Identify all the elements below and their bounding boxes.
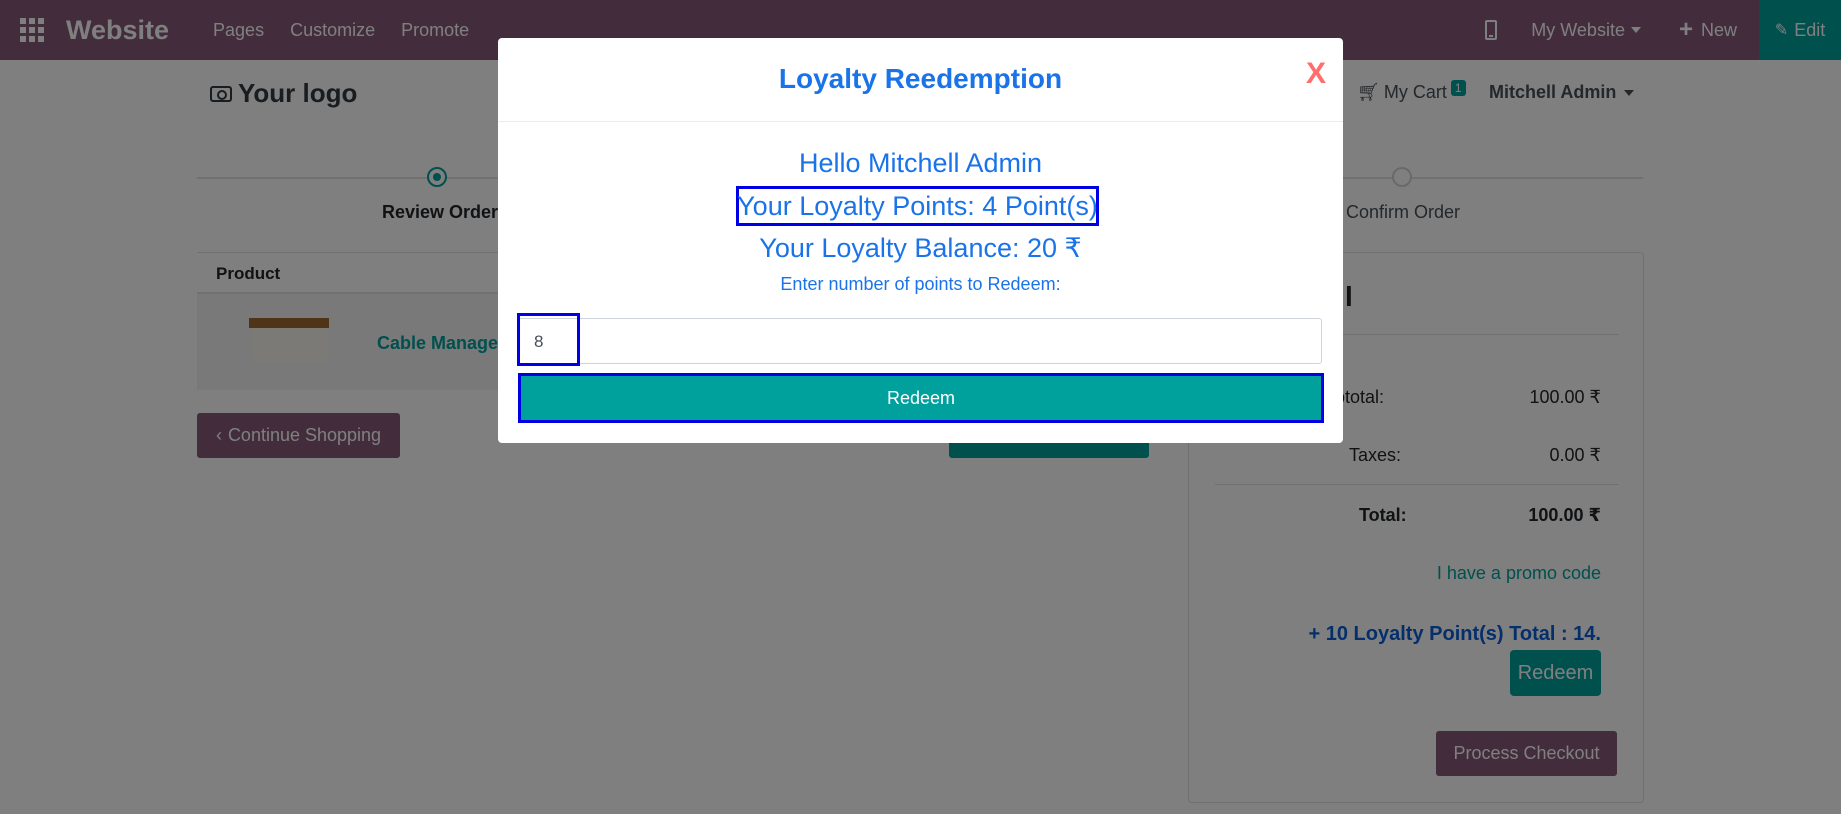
points-input-wrapper [517, 313, 1322, 366]
redeem-button[interactable]: Redeem [518, 373, 1324, 423]
loyalty-points-text: Your Loyalty Points: 4 Point(s) [736, 186, 1099, 226]
modal-title: Loyalty Reedemption [778, 63, 1063, 94]
modal-header: Loyalty Reedemption X [498, 38, 1343, 122]
points-to-redeem-input[interactable] [534, 329, 1294, 355]
close-button[interactable]: X [1306, 57, 1326, 91]
loyalty-balance-text: Your Loyalty Balance: 20 ₹ [759, 233, 1082, 263]
redeem-prompt-label: Enter number of points to Redeem: [780, 274, 1061, 294]
loyalty-redemption-modal: Loyalty Reedemption X Hello Mitchell Adm… [498, 38, 1343, 443]
greeting-text: Hello Mitchell Admin [798, 148, 1043, 178]
